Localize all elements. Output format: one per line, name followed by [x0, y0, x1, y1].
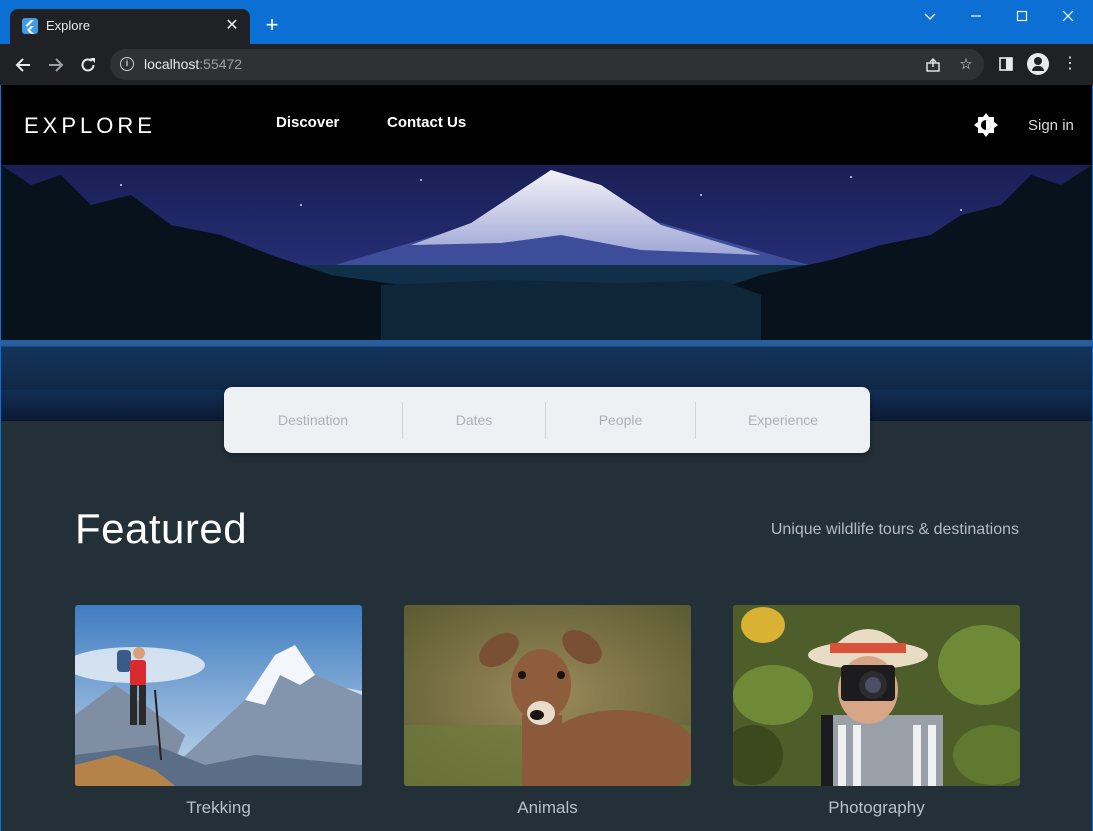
- dates-field[interactable]: Dates: [403, 387, 545, 453]
- browser-toolbar: i localhost:55472 ☆ ⋮: [0, 44, 1093, 85]
- flutter-favicon: [22, 18, 38, 34]
- featured-subtitle: Unique wildlife tours & destinations: [770, 521, 1019, 538]
- minimize-icon[interactable]: [953, 4, 999, 28]
- brightness-icon[interactable]: [974, 113, 998, 137]
- title-bar: Explore ✕ +: [0, 0, 1093, 44]
- browser-window: Explore ✕ + i localhost:55472 ☆ ⋮ EXPLOR…: [0, 0, 1093, 831]
- destination-field[interactable]: Destination: [224, 387, 402, 453]
- close-window-icon[interactable]: [1045, 4, 1091, 28]
- maximize-icon[interactable]: [999, 4, 1045, 28]
- tab-title: Explore: [46, 18, 91, 33]
- address-bar[interactable]: i localhost:55472 ☆: [110, 49, 984, 80]
- page-viewport: EXPLORE Discover Contact Us Sign in Dest…: [1, 85, 1092, 831]
- profile-icon[interactable]: [1027, 53, 1049, 75]
- info-icon[interactable]: i: [120, 57, 134, 71]
- plus-icon[interactable]: +: [260, 14, 284, 38]
- more-vert-icon[interactable]: ⋮: [1059, 53, 1081, 75]
- browser-tab[interactable]: Explore ✕: [10, 9, 250, 44]
- url-text[interactable]: localhost:55472: [144, 56, 242, 72]
- site-header: EXPLORE Discover Contact Us Sign in: [1, 85, 1092, 165]
- chevron-down-icon[interactable]: [907, 4, 953, 28]
- photography-label[interactable]: Photography: [733, 798, 1020, 818]
- sign-in-link[interactable]: Sign in: [1028, 117, 1074, 134]
- people-field[interactable]: People: [546, 387, 695, 453]
- back-arrow-icon[interactable]: [10, 52, 36, 78]
- featured-title: Featured: [75, 505, 248, 552]
- hero-image: [1, 165, 1092, 421]
- animals-card-image[interactable]: [404, 605, 691, 786]
- close-icon[interactable]: ✕: [222, 16, 242, 36]
- trekking-card-image[interactable]: [75, 605, 362, 786]
- share-icon[interactable]: [922, 54, 944, 76]
- star-icon[interactable]: ☆: [955, 54, 977, 76]
- nav-contact-us[interactable]: Contact Us: [387, 114, 466, 131]
- site-logo[interactable]: EXPLORE: [24, 113, 156, 139]
- search-bar: Destination Dates People Experience: [224, 387, 870, 453]
- nav-discover[interactable]: Discover: [276, 114, 339, 131]
- photography-card-image[interactable]: [733, 605, 1020, 786]
- reload-icon[interactable]: [75, 52, 101, 78]
- trekking-label[interactable]: Trekking: [75, 798, 362, 818]
- forward-arrow-icon[interactable]: [43, 52, 69, 78]
- animals-label[interactable]: Animals: [404, 798, 691, 818]
- experience-field[interactable]: Experience: [696, 387, 870, 453]
- sidebar-icon[interactable]: [995, 53, 1017, 75]
